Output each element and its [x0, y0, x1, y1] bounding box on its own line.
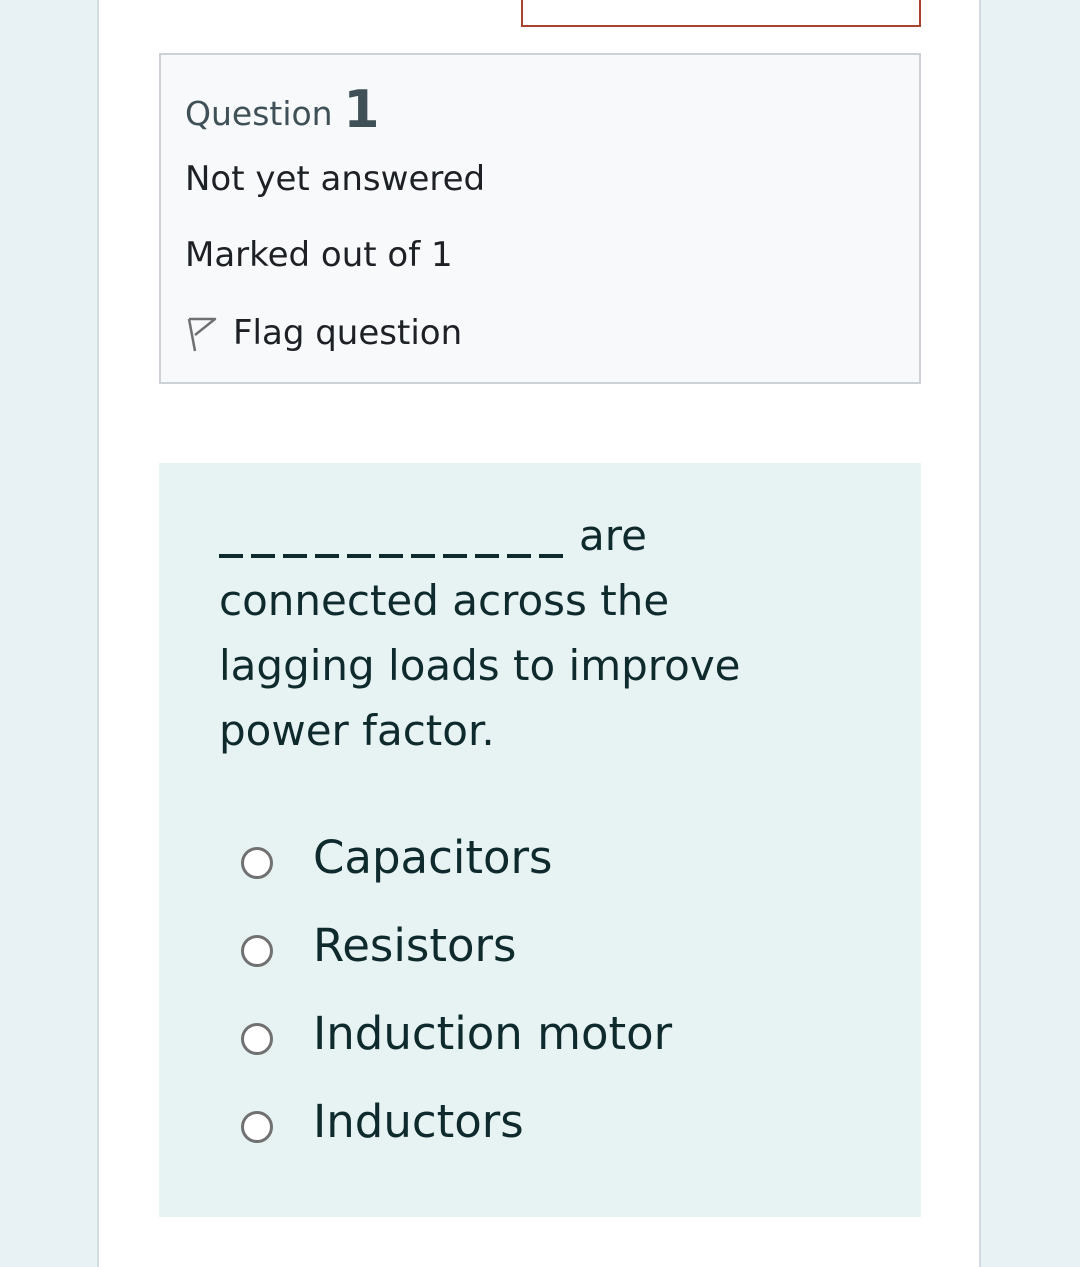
answer-label: Resistors	[313, 918, 517, 972]
question-content: are connected across the lagging loads t…	[159, 463, 921, 1217]
question-state: Not yet answered	[185, 159, 486, 199]
radio-button[interactable]	[241, 935, 273, 967]
answer-option[interactable]: Capacitors	[241, 813, 672, 901]
fill-in-blank	[219, 548, 567, 558]
question-grade: Marked out of 1	[185, 235, 453, 275]
question-number: Question 1	[185, 79, 380, 143]
question-info-panel: Question 1 Not yet answered Marked out o…	[159, 53, 921, 384]
question-label: Question	[185, 94, 333, 133]
radio-button[interactable]	[241, 847, 273, 879]
answer-label: Induction motor	[313, 1006, 673, 1060]
radio-button[interactable]	[241, 1111, 273, 1143]
answer-options: Capacitors Resistors Induction motor Ind…	[241, 813, 672, 1165]
answer-label: Capacitors	[313, 830, 553, 884]
radio-button[interactable]	[241, 1023, 273, 1055]
answer-option[interactable]: Resistors	[241, 901, 672, 989]
question-number-value: 1	[343, 80, 380, 140]
question-text: are connected across the lagging loads t…	[219, 503, 819, 763]
answer-option[interactable]: Induction motor	[241, 989, 672, 1077]
flag-question-link[interactable]: Flag question	[185, 309, 462, 357]
answer-label: Inductors	[313, 1094, 524, 1148]
answer-option[interactable]: Inductors	[241, 1077, 672, 1165]
flag-icon	[187, 317, 217, 352]
flag-question-label: Flag question	[233, 313, 463, 353]
top-navigation-box	[521, 0, 921, 27]
